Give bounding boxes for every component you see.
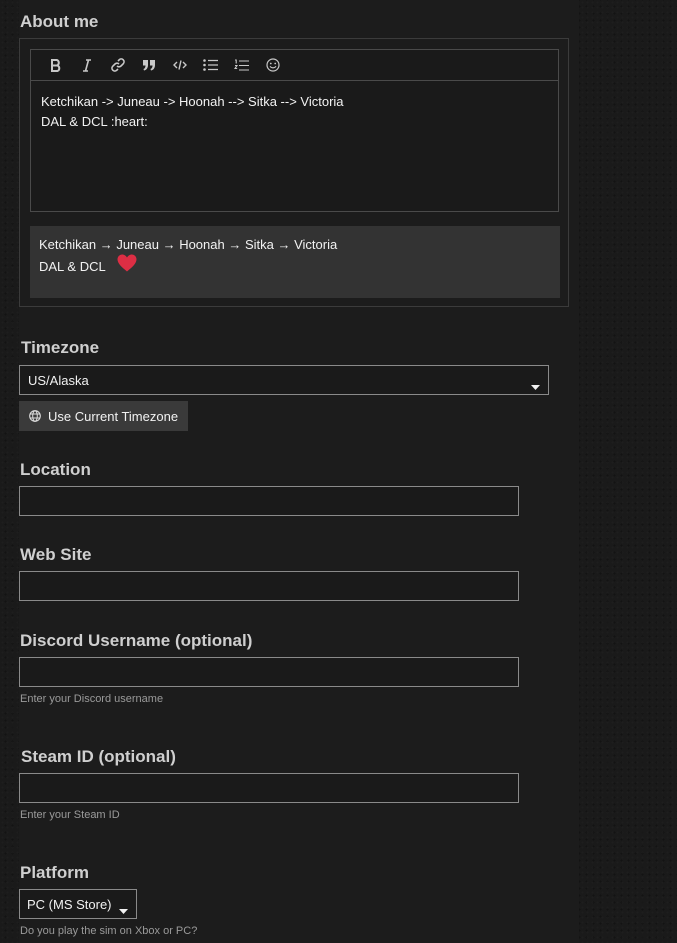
use-current-timezone-label: Use Current Timezone <box>48 409 179 424</box>
editor-line-2: DAL & DCL :heart: <box>41 114 148 129</box>
about-me-label: About me <box>20 12 99 31</box>
numbered-list-icon[interactable] <box>226 50 257 81</box>
timezone-select[interactable]: US/Alaska <box>19 365 549 395</box>
platform-value: PC (MS Store) <box>27 897 112 912</box>
heart-emoji-icon <box>117 254 137 275</box>
globe-icon <box>29 410 41 425</box>
preview-line-2-text: DAL & DCL <box>39 259 106 274</box>
bullet-list-icon[interactable] <box>195 50 226 81</box>
code-icon[interactable] <box>164 50 195 81</box>
platform-select[interactable]: PC (MS Store) <box>19 889 137 919</box>
platform-help-text: Do you play the sim on Xbox or PC? <box>20 925 198 937</box>
quote-icon[interactable] <box>133 50 164 81</box>
steam-label: Steam ID (optional) <box>21 747 176 766</box>
editor-toolbar <box>31 50 558 81</box>
editor-content[interactable]: Ketchikan -> Juneau -> Hoonah --> Sitka … <box>41 92 344 132</box>
preview-line-2: DAL & DCL <box>39 254 137 274</box>
website-input[interactable] <box>19 571 519 601</box>
discord-label: Discord Username (optional) <box>20 631 253 650</box>
website-label: Web Site <box>20 545 92 564</box>
timezone-label: Timezone <box>21 338 100 357</box>
location-label: Location <box>20 460 91 479</box>
discord-help-text: Enter your Discord username <box>20 693 164 705</box>
about-me-preview: Ketchikan → Juneau → Hoonah → Sitka → Vi… <box>30 226 560 298</box>
use-current-timezone-button[interactable]: Use Current Timezone <box>19 401 188 431</box>
preview-line-1: Ketchikan → Juneau → Hoonah → Sitka → Vi… <box>39 237 338 252</box>
link-icon[interactable] <box>102 50 133 81</box>
location-input[interactable] <box>19 486 519 516</box>
timezone-value: US/Alaska <box>28 373 89 388</box>
steam-input[interactable] <box>19 773 519 803</box>
italic-icon[interactable] <box>71 50 102 81</box>
steam-help-text: Enter your Steam ID <box>20 809 120 821</box>
platform-label: Platform <box>20 863 89 882</box>
bold-icon[interactable] <box>40 50 71 81</box>
editor-line-1: Ketchikan -> Juneau -> Hoonah --> Sitka … <box>41 94 344 109</box>
chevron-down-icon <box>531 378 540 393</box>
about-me-editor[interactable]: Ketchikan -> Juneau -> Hoonah --> Sitka … <box>30 49 559 212</box>
chevron-down-icon <box>119 902 128 917</box>
emoji-icon[interactable] <box>257 50 288 81</box>
discord-input[interactable] <box>19 657 519 687</box>
